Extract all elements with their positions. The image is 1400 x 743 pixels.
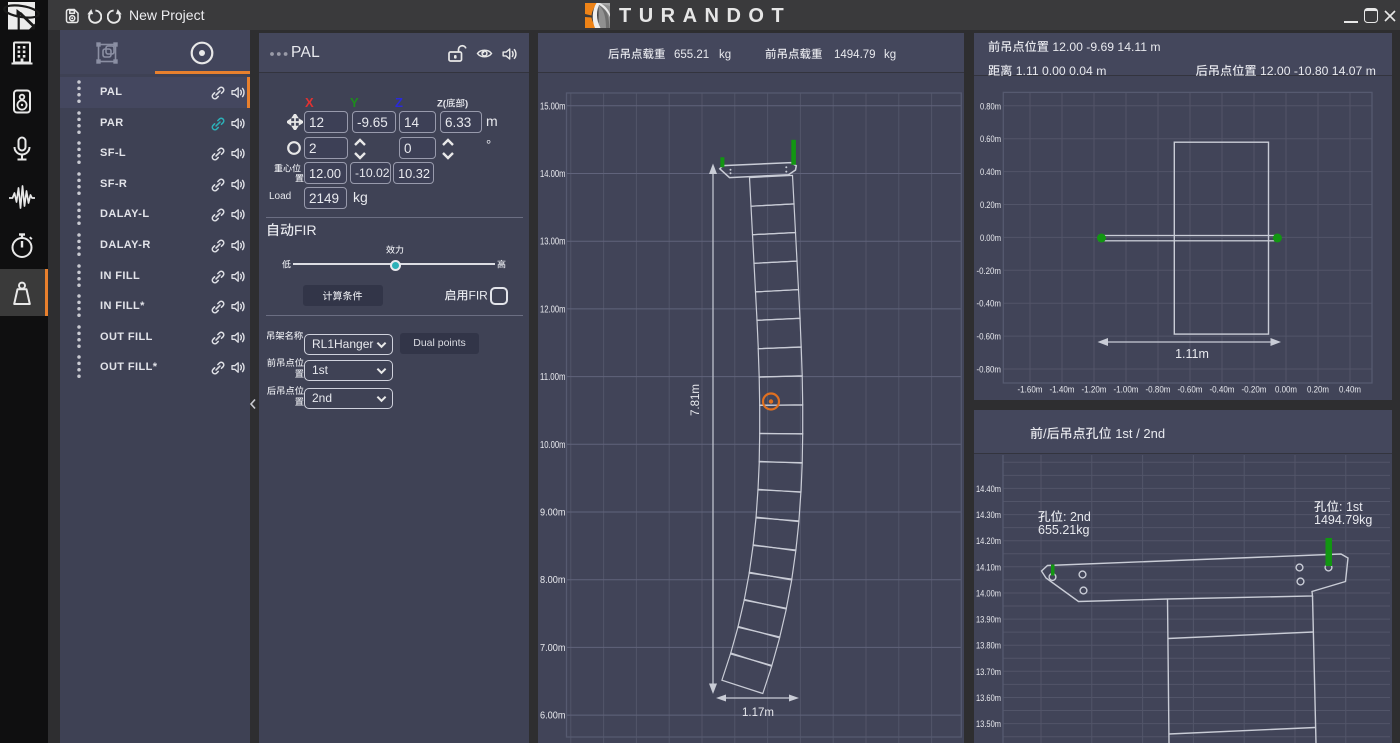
svg-text:1494.79kg: 1494.79kg: [1314, 513, 1372, 527]
svg-text:-0.60m: -0.60m: [1178, 385, 1203, 396]
svg-text:-0.40m: -0.40m: [1210, 385, 1235, 396]
svg-text:-1.00m: -1.00m: [1114, 385, 1139, 396]
svg-text:Z(: Z(: [437, 99, 447, 110]
svg-text:14.00m: 14.00m: [976, 588, 1001, 599]
svg-text:-0.80m: -0.80m: [1146, 385, 1171, 396]
svg-text:FIR: FIR: [469, 289, 489, 303]
svg-text:-0.20m: -0.20m: [1242, 385, 1267, 396]
svg-text:13.80m: 13.80m: [976, 641, 1001, 652]
svg-text:14.40m: 14.40m: [976, 484, 1001, 495]
svg-text:): ): [465, 99, 468, 110]
svg-text:0.20m: 0.20m: [1307, 385, 1329, 396]
svg-text:-1.60m: -1.60m: [1018, 385, 1043, 396]
svg-text:7.81m: 7.81m: [690, 384, 702, 416]
svg-text:: 1st: : 1st: [1339, 500, 1363, 514]
svg-text:0.40m: 0.40m: [1339, 385, 1361, 396]
svg-text:0.80m: 0.80m: [980, 101, 1001, 112]
svg-text:11.00m: 11.00m: [540, 372, 566, 383]
svg-text:12.00m: 12.00m: [540, 304, 566, 315]
svg-text:/: /: [1043, 426, 1047, 441]
svg-text:14.20m: 14.20m: [976, 536, 1001, 547]
svg-text:9.00m: 9.00m: [540, 508, 566, 519]
svg-text:0.60m: 0.60m: [980, 134, 1001, 145]
svg-text:15.00m: 15.00m: [540, 101, 566, 112]
svg-text:13.90m: 13.90m: [976, 615, 1001, 626]
svg-text:13.00m: 13.00m: [540, 237, 566, 248]
svg-text:6.00m: 6.00m: [540, 711, 566, 722]
svg-text:-0.40m: -0.40m: [977, 299, 1002, 310]
svg-text:1.17m: 1.17m: [742, 707, 774, 719]
svg-text:10.00m: 10.00m: [540, 440, 566, 451]
svg-text:8.00m: 8.00m: [540, 575, 566, 586]
svg-text:0.00m: 0.00m: [980, 233, 1001, 244]
svg-text:655.21kg: 655.21kg: [1038, 523, 1089, 537]
svg-text:-0.60m: -0.60m: [977, 332, 1002, 343]
svg-text:0.00m: 0.00m: [1275, 385, 1297, 396]
svg-text:14.10m: 14.10m: [976, 562, 1001, 573]
svg-text:14.00m: 14.00m: [540, 169, 566, 180]
svg-text:1.11m: 1.11m: [1175, 347, 1209, 361]
svg-text:13.70m: 13.70m: [976, 667, 1001, 678]
svg-text:13.60m: 13.60m: [976, 693, 1001, 704]
svg-text:14.30m: 14.30m: [976, 510, 1001, 521]
svg-text:0.20m: 0.20m: [980, 200, 1001, 211]
svg-text:-1.40m: -1.40m: [1050, 385, 1075, 396]
svg-text:1.11 0.00 0.04 m: 1.11 0.00 0.04 m: [1012, 64, 1106, 76]
svg-text:12.00 -10.80 14.07 m: 12.00 -10.80 14.07 m: [1257, 64, 1376, 76]
svg-text:-0.80m: -0.80m: [977, 365, 1002, 376]
svg-text:1st / 2nd: 1st / 2nd: [1112, 426, 1165, 441]
svg-text:0.40m: 0.40m: [980, 167, 1001, 178]
svg-text:FIR: FIR: [294, 222, 317, 238]
svg-text:: 2nd: : 2nd: [1063, 510, 1091, 524]
svg-text:13.50m: 13.50m: [976, 719, 1001, 730]
svg-text:12.00 -9.69 14.11 m: 12.00 -9.69 14.11 m: [1049, 40, 1161, 54]
svg-text:7.00m: 7.00m: [540, 643, 566, 654]
svg-text:-0.20m: -0.20m: [977, 266, 1002, 277]
svg-text:-1.20m: -1.20m: [1082, 385, 1107, 396]
